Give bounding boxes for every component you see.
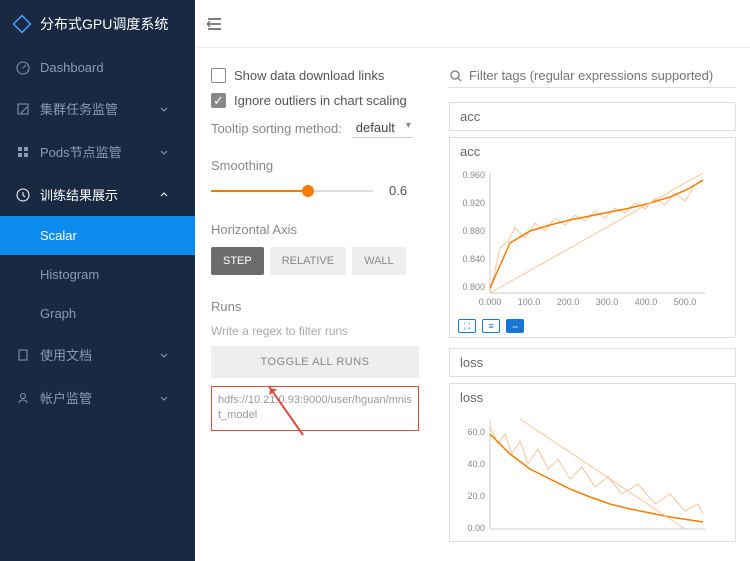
axis-relative-button[interactable]: RELATIVE: [270, 247, 346, 275]
nav-label: 集群任务监管: [40, 99, 118, 118]
sidebar: 分布式GPU调度系统 Dashboard 集群任务监管 Pods节点监管 训练结…: [0, 0, 195, 561]
smoothing-value: 0.6: [389, 183, 419, 198]
annotation-arrow: [268, 385, 304, 435]
main: Show data download links ✓ Ignore outlie…: [195, 0, 750, 561]
nav-label: Pods节点监管: [40, 142, 122, 161]
chevron-down-icon: [159, 147, 169, 157]
nav-training-results[interactable]: 训练结果展示: [0, 173, 195, 216]
svg-text:300.0: 300.0: [596, 297, 619, 307]
axis-wall-button[interactable]: WALL: [352, 247, 406, 275]
svg-text:500.0: 500.0: [674, 297, 697, 307]
chevron-down-icon: [159, 350, 169, 360]
tooltip-sort-row: Tooltip sorting method: default: [211, 118, 419, 138]
nav-pods[interactable]: Pods节点监管: [0, 130, 195, 173]
content: Show data download links ✓ Ignore outlie…: [195, 48, 750, 561]
subnav-label: Graph: [40, 306, 76, 321]
app-title: 分布式GPU调度系统: [40, 14, 168, 34]
tooltip-sort-label: Tooltip sorting method:: [211, 121, 342, 136]
nav-label: 训练结果展示: [40, 185, 118, 204]
list-icon[interactable]: ≡: [482, 319, 500, 333]
svg-text:0.000: 0.000: [479, 297, 502, 307]
checkbox-label: Ignore outliers in chart scaling: [234, 93, 407, 108]
svg-text:40.0: 40.0: [467, 459, 485, 469]
checkbox-checked-icon: ✓: [211, 93, 226, 108]
svg-text:0.00: 0.00: [467, 523, 485, 533]
nav-label: Dashboard: [40, 60, 104, 75]
tag-filter-row: [449, 68, 736, 88]
controls-panel: Show data download links ✓ Ignore outlie…: [195, 48, 435, 561]
fit-icon[interactable]: ⇔: [506, 319, 524, 333]
run-path-box[interactable]: hdfs://10.21.0.93:9000/user/hguan/mnist_…: [211, 386, 419, 431]
logo-icon: [12, 14, 32, 34]
edit-icon: [16, 102, 30, 116]
svg-text:0.960: 0.960: [462, 170, 485, 180]
search-icon: [449, 69, 463, 83]
subnav-graph[interactable]: Graph: [0, 294, 195, 333]
checkbox-icon: [211, 68, 226, 83]
chart-acc-plot[interactable]: 0.960 0.920 0.880 0.840 0.800 0.000 100.…: [450, 165, 720, 315]
nav-label: 使用文档: [40, 345, 92, 364]
axis-button-group: STEP RELATIVE WALL: [211, 247, 419, 275]
chevron-down-icon: [159, 393, 169, 403]
subnav-histogram[interactable]: Histogram: [0, 255, 195, 294]
nav-dashboard[interactable]: Dashboard: [0, 48, 195, 87]
smoothing-slider-row: 0.6: [211, 183, 419, 198]
runs-filter-input[interactable]: Write a regex to filter runs: [211, 324, 419, 338]
nav-accounts[interactable]: 帐户监管: [0, 376, 195, 419]
toggle-all-runs-button[interactable]: TOGGLE ALL RUNS: [211, 346, 419, 378]
svg-text:60.0: 60.0: [467, 427, 485, 437]
gauge-icon: [16, 61, 30, 75]
subnav-scalar[interactable]: Scalar: [0, 216, 195, 255]
svg-text:0.920: 0.920: [462, 198, 485, 208]
svg-text:100.0: 100.0: [518, 297, 541, 307]
clock-icon: [16, 188, 30, 202]
tag-filter-input[interactable]: [469, 68, 736, 83]
grid-icon: [16, 145, 30, 159]
nav: Dashboard 集群任务监管 Pods节点监管 训练结果展示 Scalar …: [0, 48, 195, 561]
expand-icon[interactable]: ⛶: [458, 319, 476, 333]
runs-label: Runs: [211, 299, 419, 314]
show-download-checkbox[interactable]: Show data download links: [211, 68, 419, 83]
horizontal-axis-label: Horizontal Axis: [211, 222, 419, 237]
chart-loss-plot[interactable]: 60.0 40.0 20.0 0.00: [450, 411, 720, 541]
svg-text:0.800: 0.800: [462, 282, 485, 292]
axis-step-button[interactable]: STEP: [211, 247, 264, 275]
subnav-label: Histogram: [40, 267, 99, 282]
subnav-label: Scalar: [40, 228, 77, 243]
ignore-outliers-checkbox[interactable]: ✓ Ignore outliers in chart scaling: [211, 93, 419, 108]
logo-bar: 分布式GPU调度系统: [0, 0, 195, 48]
checkbox-label: Show data download links: [234, 68, 384, 83]
tag-header-acc[interactable]: acc: [449, 102, 736, 131]
topbar: [195, 0, 750, 48]
menu-toggle-icon[interactable]: [207, 17, 223, 31]
charts-panel: acc acc 0.960 0.920 0.880 0.840 0.800 0.…: [435, 48, 750, 561]
chevron-down-icon: [159, 104, 169, 114]
smoothing-slider[interactable]: [211, 190, 373, 192]
doc-icon: [16, 348, 30, 362]
nav-cluster-tasks[interactable]: 集群任务监管: [0, 87, 195, 130]
chart-acc-title: acc: [450, 138, 735, 165]
chart-acc: acc 0.960 0.920 0.880 0.840 0.800 0.000 …: [449, 137, 736, 338]
svg-text:0.880: 0.880: [462, 226, 485, 236]
nav-docs[interactable]: 使用文档: [0, 333, 195, 376]
svg-text:200.0: 200.0: [557, 297, 580, 307]
user-icon: [16, 391, 30, 405]
chart-loss: loss 60.0 40.0 20.0 0.00: [449, 383, 736, 542]
svg-text:0.840: 0.840: [462, 254, 485, 264]
chart-toolbar: ⛶ ≡ ⇔: [450, 315, 735, 337]
chevron-up-icon: [159, 190, 169, 200]
svg-text:20.0: 20.0: [467, 491, 485, 501]
run-path-text: hdfs://10.21.0.93:9000/user/hguan/mnist_…: [218, 394, 412, 421]
smoothing-label: Smoothing: [211, 158, 419, 173]
tag-header-loss[interactable]: loss: [449, 348, 736, 377]
nav-label: 帐户监管: [40, 388, 92, 407]
tooltip-sort-select[interactable]: default: [352, 118, 413, 138]
svg-text:400.0: 400.0: [635, 297, 658, 307]
chart-loss-title: loss: [450, 384, 735, 411]
